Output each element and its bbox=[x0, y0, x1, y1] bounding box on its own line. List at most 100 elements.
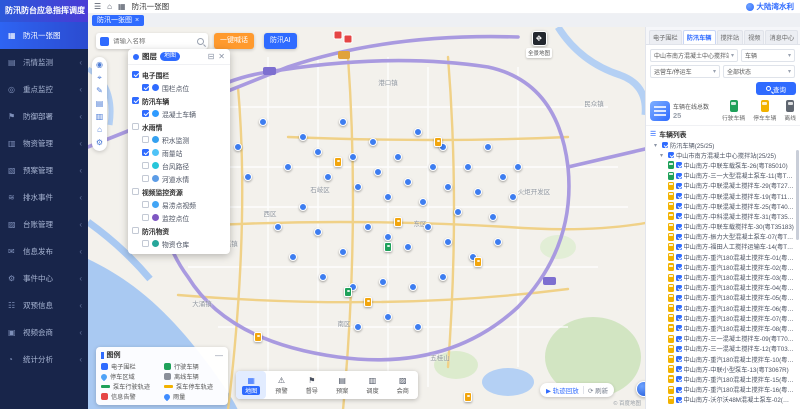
operation-select[interactable]: 运营车/停运车▾ bbox=[650, 65, 720, 78]
layer-item-3-2[interactable]: 雨量站 bbox=[132, 146, 226, 159]
layer-item-4-2[interactable]: 监控点位 bbox=[132, 211, 226, 224]
poi-marker[interactable] bbox=[314, 228, 322, 236]
poi-marker[interactable] bbox=[289, 253, 297, 261]
poi-marker[interactable] bbox=[394, 153, 402, 161]
globe-button[interactable] bbox=[636, 381, 645, 397]
vehicle-row[interactable]: 中山南方-振力大型混凝土泵车-07(粤T60250) bbox=[650, 232, 794, 242]
refresh-button[interactable]: ⟳ 刷新 bbox=[588, 385, 608, 395]
search-icon[interactable] bbox=[197, 38, 204, 45]
vehicle-row[interactable]: 中山南方-重汽180混凝土搅拌车-08(粤T2597E) bbox=[650, 323, 794, 333]
checkbox[interactable] bbox=[142, 201, 149, 208]
checkbox[interactable] bbox=[132, 97, 139, 104]
checkbox[interactable] bbox=[132, 188, 139, 195]
play-track-button[interactable]: ▶ 轨迹回放 bbox=[546, 385, 579, 395]
apps-grid-icon[interactable]: ▦ bbox=[118, 2, 126, 11]
measure-icon[interactable]: ✎ bbox=[96, 87, 103, 95]
toolbar-item-会商[interactable]: ▨会商 bbox=[388, 371, 418, 399]
checkbox[interactable] bbox=[676, 346, 682, 352]
sidebar-item-9[interactable]: ✉信息发布‹ bbox=[0, 238, 88, 265]
poi-marker[interactable] bbox=[314, 148, 322, 156]
poi-marker[interactable] bbox=[354, 183, 362, 191]
layer-group-1[interactable]: 电子围栏 bbox=[132, 68, 226, 81]
poi-marker[interactable] bbox=[439, 273, 447, 281]
toolbar-item-调度[interactable]: ▥调度 bbox=[357, 371, 387, 399]
layer-item-1-1[interactable]: 围栏点位 bbox=[132, 81, 226, 94]
poi-marker[interactable] bbox=[509, 193, 517, 201]
checkbox[interactable] bbox=[676, 366, 682, 372]
poi-marker[interactable] bbox=[299, 133, 307, 141]
poi-marker[interactable] bbox=[354, 323, 362, 331]
checkbox[interactable] bbox=[662, 142, 668, 148]
sidebar-item-12[interactable]: ▣视频会商‹ bbox=[0, 319, 88, 346]
vehicle-row[interactable]: 中山南方-中联混凝土搅拌车-19(粤T11910) bbox=[650, 191, 794, 201]
checkbox[interactable] bbox=[676, 264, 682, 270]
checkbox[interactable] bbox=[676, 183, 682, 189]
ai-button[interactable]: 防汛AI bbox=[264, 33, 297, 49]
checkbox[interactable] bbox=[142, 162, 149, 169]
checkbox[interactable] bbox=[676, 295, 682, 301]
layer-group-2[interactable]: 防汛车辆 bbox=[132, 94, 226, 107]
poi-marker[interactable] bbox=[299, 203, 307, 211]
legend-minimize-icon[interactable]: — bbox=[215, 351, 223, 360]
poi-marker[interactable] bbox=[404, 243, 412, 251]
poi-marker[interactable] bbox=[424, 223, 432, 231]
checkbox[interactable] bbox=[676, 173, 682, 179]
panel-tab-电子围栏[interactable]: 电子围栏 bbox=[649, 30, 682, 44]
sidebar-item-13[interactable]: ◔统计分析‹ bbox=[0, 346, 88, 373]
vehicle-row[interactable]: 中山南方-重汽180混凝土搅拌车-15(粤T1057U) bbox=[650, 374, 794, 384]
checkbox[interactable] bbox=[142, 214, 149, 221]
alert-marker[interactable] bbox=[334, 31, 343, 40]
checkbox[interactable] bbox=[676, 387, 682, 393]
checkbox[interactable] bbox=[142, 110, 149, 117]
vehicle-row[interactable]: 中山南方-中科混凝土搅拌车-31(粤T35540) bbox=[650, 211, 794, 221]
layer-item-3-4[interactable]: 河道水情 bbox=[132, 172, 226, 185]
sidebar-item-3[interactable]: ◎重点监控‹ bbox=[0, 76, 88, 103]
poi-marker[interactable] bbox=[379, 278, 387, 286]
checkbox[interactable] bbox=[676, 203, 682, 209]
checkbox[interactable] bbox=[142, 136, 149, 143]
checkbox[interactable] bbox=[676, 315, 682, 321]
driving-vehicle-marker[interactable] bbox=[344, 287, 352, 297]
road-sign-icon[interactable]: ⛖ bbox=[532, 31, 547, 46]
poi-marker[interactable] bbox=[319, 273, 327, 281]
vehicle-row[interactable]: 中山南方-中联车载搅拌车-30(粤T35183) bbox=[650, 222, 794, 232]
parked-vehicle-marker[interactable] bbox=[474, 257, 482, 267]
checkbox[interactable] bbox=[676, 244, 682, 250]
collapse-menu-icon[interactable]: ☰ bbox=[94, 2, 101, 11]
layers-icon[interactable]: ▤ bbox=[96, 100, 104, 108]
vehicle-row[interactable]: 中山南方-福田人工搅拌运输车-14(粤T32582) bbox=[650, 242, 794, 252]
close-icon[interactable]: ✕ bbox=[218, 52, 225, 61]
sidebar-item-7[interactable]: ≋排水事件‹ bbox=[0, 184, 88, 211]
tree-root[interactable]: ▾防汛车辆(25/25) bbox=[650, 140, 794, 150]
layer-group-5[interactable]: 防汛物资 bbox=[132, 224, 226, 237]
checkbox[interactable] bbox=[676, 162, 682, 168]
poi-marker[interactable] bbox=[489, 213, 497, 221]
checkbox[interactable] bbox=[676, 234, 682, 240]
checkbox[interactable] bbox=[676, 213, 682, 219]
map-canvas[interactable]: 港口镇石岐区东区西区南区沙溪镇大涌镇火炬开发区民众镇五桂山 一键喊话防汛AI ⛖… bbox=[88, 27, 645, 409]
vehicle-select[interactable]: 车辆▾ bbox=[741, 49, 795, 62]
layer-group-3[interactable]: 水雨情 bbox=[132, 120, 226, 133]
poi-marker[interactable] bbox=[259, 118, 267, 126]
poi-marker[interactable] bbox=[414, 128, 422, 136]
parked-vehicle-marker[interactable] bbox=[434, 137, 442, 147]
poi-marker[interactable] bbox=[409, 283, 417, 291]
close-tab-icon[interactable]: × bbox=[135, 15, 139, 26]
sidebar-item-6[interactable]: ▧预案管理‹ bbox=[0, 157, 88, 184]
vehicle-row[interactable]: 中山南方-重汽180混凝土搅拌车-03(粤T0368C) bbox=[650, 272, 794, 282]
checkbox[interactable] bbox=[676, 193, 682, 199]
vehicle-row[interactable]: 中山南方-中联车载泵车-26(粤T85010) bbox=[650, 160, 794, 170]
poi-marker[interactable] bbox=[369, 138, 377, 146]
parked-vehicle-marker[interactable] bbox=[394, 217, 402, 227]
settings-gear-icon[interactable]: ⚙ bbox=[96, 139, 103, 147]
checkbox[interactable] bbox=[142, 240, 149, 247]
vehicle-row[interactable]: 中山南方-重汽180混凝土搅拌车-10(粤T6193Q) bbox=[650, 354, 794, 364]
parked-vehicle-marker[interactable] bbox=[254, 332, 262, 342]
poi-marker[interactable] bbox=[494, 238, 502, 246]
parked-vehicle-marker[interactable] bbox=[464, 392, 472, 402]
vehicle-row[interactable]: 中山南方-中联混凝土搅拌车-29(粤T27159) bbox=[650, 181, 794, 191]
checkbox[interactable] bbox=[142, 175, 149, 182]
sidebar-item-5[interactable]: ▥物资管理‹ bbox=[0, 130, 88, 157]
vehicle-row[interactable]: 中山南方-重汽180混凝土搅拌车-06(粤T6118K) bbox=[650, 303, 794, 313]
poi-marker[interactable] bbox=[429, 163, 437, 171]
